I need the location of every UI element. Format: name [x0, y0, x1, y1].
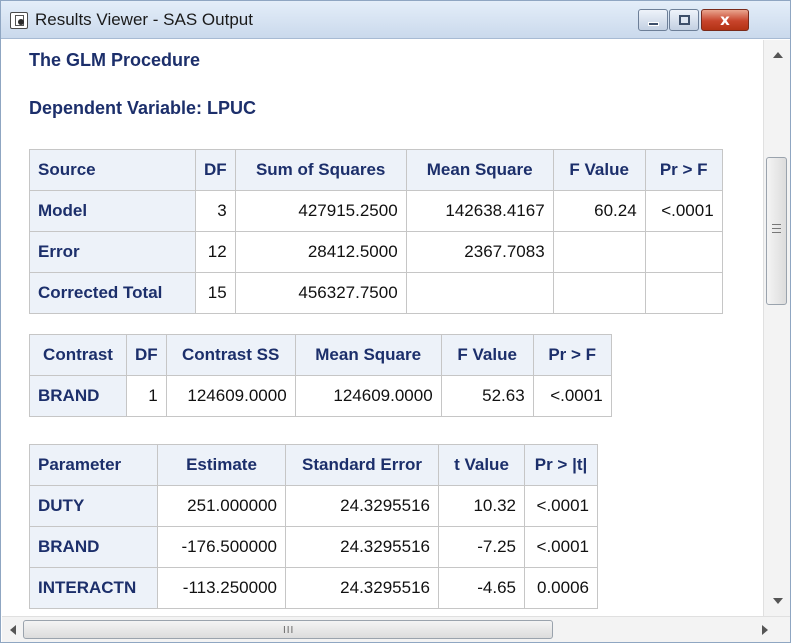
- procedure-title: The GLM Procedure: [29, 50, 201, 70]
- column-header: DF: [195, 149, 236, 191]
- column-header: F Value: [440, 334, 534, 376]
- contrast-table: Contrast DF Contrast SS Mean Square F Va…: [29, 334, 612, 417]
- column-header: Source: [29, 149, 196, 191]
- scroll-right-arrow-icon[interactable]: [762, 625, 768, 635]
- table-cell: 52.63: [440, 375, 534, 417]
- scroll-left-arrow-icon[interactable]: [10, 625, 16, 635]
- window-title: Results Viewer - SAS Output: [35, 10, 253, 29]
- table-header-row: Contrast DF Contrast SS Mean Square F Va…: [29, 334, 612, 376]
- table-row: INTERACTN -113.250000 24.3295516 -4.65 0…: [29, 567, 598, 609]
- column-header: Standard Error: [285, 444, 439, 486]
- table-cell: <.0001: [532, 375, 612, 417]
- table-cell: 427915.2500: [234, 190, 407, 232]
- table-cell: 28412.5000: [234, 231, 407, 273]
- table-row: BRAND 1 124609.0000 124609.0000 52.63 <.…: [29, 375, 612, 417]
- table-cell: 142638.4167: [405, 190, 554, 232]
- column-header: Contrast SS: [165, 334, 296, 376]
- table-cell: -113.250000: [157, 567, 286, 609]
- row-header: Corrected Total: [29, 272, 196, 314]
- column-header: Pr > F: [532, 334, 612, 376]
- table-cell: 24.3295516: [285, 567, 439, 609]
- vertical-scroll-thumb[interactable]: [766, 157, 787, 305]
- table-cell: [405, 272, 554, 314]
- table-cell: 12: [195, 231, 236, 273]
- table-row: BRAND -176.500000 24.3295516 -7.25 <.000…: [29, 526, 598, 568]
- minimize-button[interactable]: [638, 9, 668, 31]
- grip-icon: III: [283, 625, 295, 636]
- row-header: BRAND: [29, 526, 158, 568]
- table-cell: [552, 272, 646, 314]
- dependent-variable-label: Dependent Variable: LPUC: [29, 98, 257, 118]
- grip-icon: [772, 224, 781, 233]
- column-header: Mean Square: [405, 149, 554, 191]
- column-header: t Value: [438, 444, 525, 486]
- table-cell: <.0001: [524, 526, 598, 568]
- table-row: Model 3 427915.2500 142638.4167 60.24 <.…: [29, 190, 723, 232]
- table-cell: 10.32: [438, 485, 525, 527]
- vertical-scrollbar[interactable]: [763, 40, 790, 616]
- close-button[interactable]: x: [701, 9, 749, 31]
- row-header: INTERACTN: [29, 567, 158, 609]
- horizontal-scrollbar[interactable]: III: [2, 616, 790, 642]
- table-cell: 0.0006: [524, 567, 598, 609]
- table-cell: 24.3295516: [285, 526, 439, 568]
- table-cell: [644, 272, 723, 314]
- output-content: The GLM Procedure Dependent Variable: LP…: [2, 40, 762, 616]
- table-cell: 2367.7083: [405, 231, 554, 273]
- column-header: Sum of Squares: [234, 149, 407, 191]
- maximize-button[interactable]: [669, 9, 699, 31]
- table-cell: <.0001: [644, 190, 723, 232]
- column-header: Estimate: [157, 444, 286, 486]
- row-header: DUTY: [29, 485, 158, 527]
- column-header: F Value: [552, 149, 646, 191]
- minimize-icon: [648, 22, 659, 26]
- table-header-row: Parameter Estimate Standard Error t Valu…: [29, 444, 598, 486]
- table-header-row: Source DF Sum of Squares Mean Square F V…: [29, 149, 723, 191]
- column-header: Mean Square: [294, 334, 442, 376]
- column-header: Parameter: [29, 444, 158, 486]
- table-cell: 251.000000: [157, 485, 286, 527]
- row-header: BRAND: [29, 375, 127, 417]
- column-header: DF: [126, 334, 167, 376]
- sas-app-icon: [10, 12, 28, 29]
- table-cell: 456327.7500: [234, 272, 407, 314]
- table-cell: 24.3295516: [285, 485, 439, 527]
- column-header: Pr > |t|: [524, 444, 598, 486]
- table-cell: 124609.0000: [165, 375, 296, 417]
- scroll-up-arrow-icon[interactable]: [773, 52, 783, 58]
- parameter-estimates-table: Parameter Estimate Standard Error t Valu…: [29, 444, 598, 609]
- table-cell: 3: [195, 190, 236, 232]
- table-cell: [552, 231, 646, 273]
- column-header: Pr > F: [644, 149, 723, 191]
- table-cell: [644, 231, 723, 273]
- table-cell: <.0001: [524, 485, 598, 527]
- title-bar[interactable]: Results Viewer - SAS Output x: [1, 1, 790, 39]
- table-row: Corrected Total 15 456327.7500: [29, 272, 723, 314]
- results-viewer-window: Results Viewer - SAS Output x The GLM Pr…: [0, 0, 791, 643]
- table-cell: 1: [126, 375, 167, 417]
- table-cell: 15: [195, 272, 236, 314]
- horizontal-scroll-thumb[interactable]: III: [23, 620, 553, 639]
- table-cell: -4.65: [438, 567, 525, 609]
- scroll-down-arrow-icon[interactable]: [773, 598, 783, 604]
- table-row: Error 12 28412.5000 2367.7083: [29, 231, 723, 273]
- column-header: Contrast: [29, 334, 127, 376]
- row-header: Model: [29, 190, 196, 232]
- table-cell: -176.500000: [157, 526, 286, 568]
- close-icon: x: [720, 11, 730, 29]
- table-row: DUTY 251.000000 24.3295516 10.32 <.0001: [29, 485, 598, 527]
- table-cell: 60.24: [552, 190, 646, 232]
- table-cell: -7.25: [438, 526, 525, 568]
- row-header: Error: [29, 231, 196, 273]
- maximize-icon: [679, 15, 690, 25]
- table-cell: 124609.0000: [294, 375, 442, 417]
- anova-table: Source DF Sum of Squares Mean Square F V…: [29, 149, 723, 314]
